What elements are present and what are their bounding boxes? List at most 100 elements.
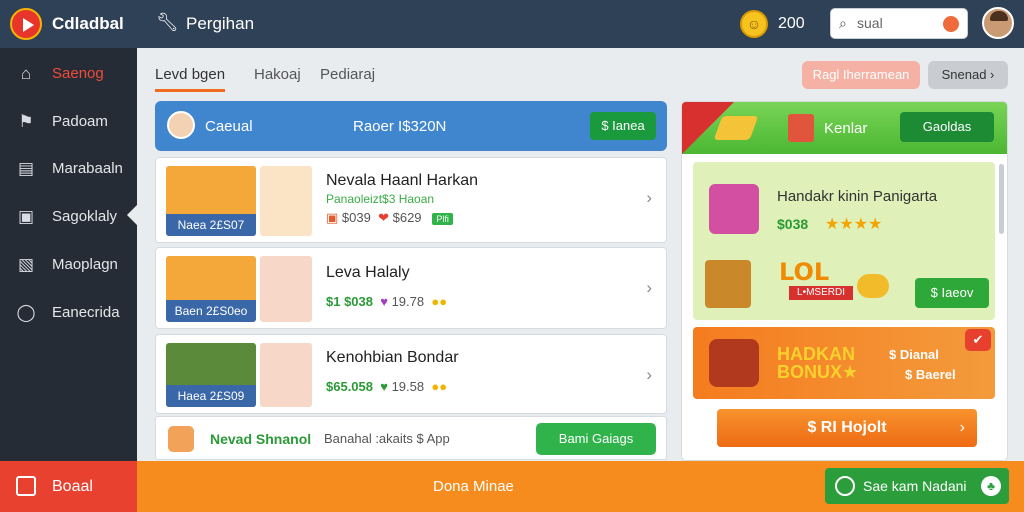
- sidebar-item-label: Marabaaln: [52, 160, 123, 177]
- item-prices: $1 $038 ♥ 19.78 ●●: [326, 294, 447, 309]
- tag-icon: ▣: [326, 210, 339, 225]
- bread-image: [260, 166, 312, 236]
- sidebar-item-label: Eanecrida: [52, 304, 120, 321]
- promo-header-button[interactable]: Gaoldas: [900, 112, 994, 142]
- sidebar-item-label: Padoam: [52, 113, 108, 130]
- gift-icon: [709, 184, 759, 234]
- item-photo: Naea 2£S07: [166, 166, 256, 236]
- list-header-button[interactable]: $ Ianea: [590, 112, 656, 140]
- scrollbar[interactable]: [999, 164, 1004, 234]
- bottom-action-button[interactable]: Sae kam Nadani ♣: [825, 468, 1009, 504]
- cta-button[interactable]: $ RI Hojolt ›: [717, 409, 977, 447]
- snenad-button[interactable]: Snenad ›: [928, 61, 1008, 89]
- item-caption: Naea 2£S07: [166, 214, 256, 236]
- promo1-button[interactable]: $ Iaeov: [915, 278, 989, 308]
- wrench-icon[interactable]: 🔧︎: [156, 12, 179, 33]
- promo-card-1[interactable]: Handakr kinin Panigarta $038 ★★★★ LOL L•…: [693, 162, 995, 320]
- item-price2: $629: [392, 210, 422, 225]
- tab-hakoaj[interactable]: Hakoaj: [254, 66, 301, 83]
- gift-box-icon: [788, 114, 814, 142]
- hand-icon: ♥: [380, 294, 388, 309]
- cart-image: [260, 343, 312, 407]
- home-icon: ⌂: [20, 64, 32, 83]
- search-icon: ⌕: [839, 15, 847, 31]
- bottom-action-label: Sae kam Nadani: [863, 478, 967, 494]
- list-item[interactable]: Naea 2£S07 Nevala Haanl Harkan Panaoleiz…: [155, 157, 667, 243]
- item-photo: Haea 2£S09: [166, 343, 256, 407]
- lol-logo: LOL: [779, 258, 830, 286]
- item-prices: ▣ $039 ❤ $629 Plfi: [326, 210, 453, 226]
- item-price2: 19.78: [391, 294, 425, 309]
- sidebar: ⌂ Saenog ⚑ Padoam ▤ Marabaaln ▣ Sagoklal…: [0, 48, 137, 461]
- clear-search-icon[interactable]: [943, 16, 959, 32]
- shopping-bag-icon: [705, 260, 751, 308]
- avatar[interactable]: [982, 7, 1014, 39]
- list-header: Caeual Raoer I$320N $ Ianea: [155, 101, 667, 151]
- promo-card-2[interactable]: HADKAN BONUX★ $ Dianal $ Baerel ✔: [693, 327, 995, 399]
- item-price1: $039: [341, 210, 371, 225]
- bonus-line1: HADKAN: [777, 344, 855, 364]
- bottom-center-label[interactable]: Dona Minae: [433, 478, 514, 495]
- top-bar: Cdladbal 🔧︎ Pergihan ☺ 200 ⌕: [0, 0, 1024, 48]
- search-input[interactable]: [857, 15, 937, 31]
- tab-pediaraj[interactable]: Pediaraj: [320, 66, 375, 83]
- list-header-left: Caeual: [205, 118, 253, 135]
- cart-icon: ▤: [17, 159, 35, 178]
- item-caption: Haea 2£S09: [166, 385, 256, 407]
- cart-image: [260, 256, 312, 322]
- coin-icon: ●●: [431, 294, 448, 309]
- promo-header-label: Kenlar: [824, 120, 868, 137]
- tab-levd-bgen[interactable]: Levd bgen: [155, 66, 226, 92]
- sidebar-item-padoam[interactable]: ⚑ Padoam: [0, 102, 137, 142]
- users-icon: ▧: [17, 255, 35, 274]
- sidebar-item-label: Sagoklaly: [52, 208, 118, 225]
- sidebar-item-label: Maoplagn: [52, 256, 118, 273]
- lol-sub: L•MSERDI: [789, 286, 853, 300]
- sidebar-item-saenog[interactable]: ⌂ Saenog: [0, 54, 137, 94]
- item-price1: $1 $038: [326, 294, 373, 309]
- nav-title[interactable]: Pergihan: [186, 14, 254, 34]
- search-box[interactable]: ⌕: [830, 8, 968, 39]
- heart-icon: ❤: [378, 210, 389, 225]
- item-caption: Baen 2£S0eo: [166, 300, 256, 322]
- sidebar-item-marabaaln[interactable]: ▤ Marabaaln: [0, 149, 137, 189]
- item-prices: $65.058 ♥ 19.58 ●●: [326, 379, 447, 394]
- app-logo-icon[interactable]: [10, 8, 42, 40]
- invite-title: Nevad Shnanol: [210, 431, 312, 447]
- invite-text: Banahal :akaits $ App: [324, 431, 450, 446]
- sidebar-bottom-label: Boaal: [52, 478, 93, 495]
- check-badge-icon: ✔: [965, 329, 991, 351]
- promo1-title: Handakr kinin Panigarta: [777, 188, 938, 205]
- flag-icon: ⚑: [18, 112, 34, 131]
- rating-stars: ★★★★: [825, 216, 883, 233]
- croissant-icon: [857, 274, 889, 298]
- hand-icon: ♥: [380, 379, 388, 394]
- invite-banner: Nevad Shnanol Banahal :akaits $ App Bami…: [155, 416, 667, 460]
- user-face-icon: [167, 111, 195, 139]
- clover-icon: ♣: [981, 476, 1001, 496]
- coin-icon: ☺: [740, 10, 768, 38]
- sidebar-item-label: Saenog: [52, 65, 104, 82]
- chevron-right-icon[interactable]: ›: [646, 278, 652, 298]
- promo2-line2: $ Baerel: [905, 367, 956, 382]
- bonus-title: HADKAN BONUX★: [777, 345, 858, 381]
- coin-count: 200: [778, 15, 805, 32]
- list-item[interactable]: Haea 2£S09 Kenohbian Bondar $65.058 ♥ 19…: [155, 334, 667, 414]
- ragl-button[interactable]: Ragl Iherramean: [802, 61, 920, 89]
- sidebar-item-maoplagn[interactable]: ▧ Maoplagn: [0, 245, 137, 285]
- promo1-price: $038: [777, 216, 809, 232]
- sidebar-item-sagoklaly[interactable]: ▣ Sagoklaly: [0, 197, 137, 237]
- sidebar-bottom-button[interactable]: Boaal: [0, 461, 137, 512]
- promo-panel: Kenlar Gaoldas Handakr kinin Panigarta $…: [681, 101, 1008, 461]
- list-header-center: Raoer I$320N: [353, 118, 447, 135]
- cheese-icon: [713, 116, 759, 140]
- chevron-right-icon[interactable]: ›: [646, 188, 652, 208]
- item-tag: Plfi: [432, 213, 453, 225]
- invite-button[interactable]: Bami Gaiags: [536, 423, 656, 455]
- chevron-right-icon[interactable]: ›: [646, 365, 652, 385]
- chevron-right-icon: ›: [959, 419, 965, 436]
- sidebar-item-eanecrida[interactable]: ◯ Eanecrida: [0, 293, 137, 333]
- list-item[interactable]: Baen 2£S0eo Leva Halaly $1 $038 ♥ 19.78 …: [155, 247, 667, 329]
- item-subtitle: Panaoleizt$3 Haoan: [326, 192, 435, 206]
- coin-icon: ●●: [431, 379, 448, 394]
